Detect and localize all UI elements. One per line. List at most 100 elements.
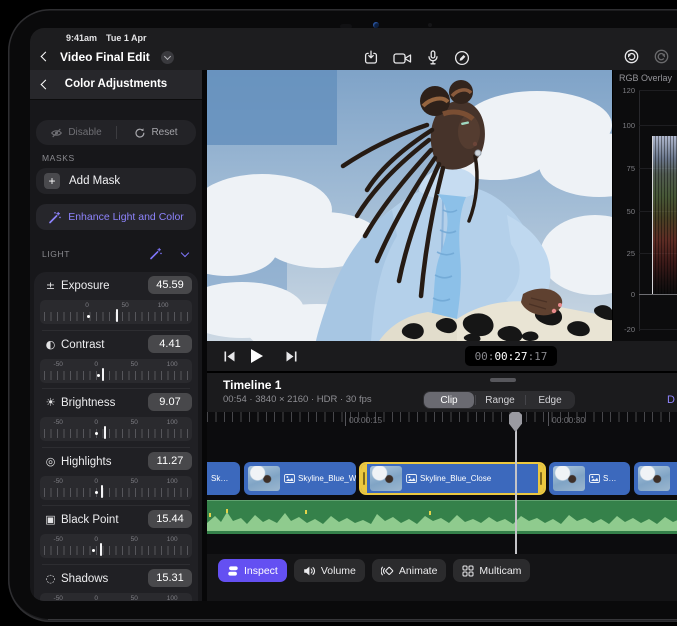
scope-tick-label: 75 — [615, 164, 635, 173]
panel-title: Color Adjustments — [30, 78, 202, 90]
video-preview[interactable] — [207, 70, 612, 341]
play-button[interactable] — [251, 349, 263, 363]
clip-partial-left[interactable]: Sk… — [207, 462, 240, 495]
skip-back-icon — [223, 350, 236, 363]
enhance-button[interactable]: Enhance Light and Color — [36, 204, 196, 230]
clip-skyline-blue-wide[interactable]: Skyline_Blue_Wide — [244, 462, 356, 495]
done-button-partial[interactable]: D — [667, 394, 677, 406]
screen: 9:41am Tue 1 Apr Video Final Edit — [30, 28, 677, 601]
timeline-meta: 00:54 · 3840 × 2160 · HDR · 30 fps — [223, 394, 372, 405]
import-button[interactable] — [363, 50, 379, 66]
playback-bar: 00:00:27:17 — [207, 341, 677, 371]
slider-value[interactable]: 9.07 — [148, 393, 192, 411]
color-adjustments-panel: Color Adjustments Disable Reset MASKS + … — [30, 70, 202, 601]
import-icon — [363, 50, 379, 66]
back-button[interactable] — [42, 53, 49, 60]
add-mask-button[interactable]: + Add Mask — [36, 168, 196, 194]
mode-clip-button[interactable]: Clip — [424, 392, 474, 408]
slider-ruler[interactable]: -50 0 50 100 — [40, 593, 192, 602]
voiceover-button[interactable] — [426, 50, 440, 66]
scale-tick: 50 — [131, 478, 138, 485]
slider-ruler[interactable]: -50 0 50 100 — [40, 476, 192, 500]
slider-label: Exposure — [61, 280, 110, 292]
value-indicator[interactable] — [104, 426, 106, 439]
resize-drag-handle[interactable] — [490, 378, 516, 382]
slider-value[interactable]: 15.31 — [148, 569, 192, 587]
clip-name: Skyline_Blue_Close — [420, 474, 491, 483]
timecode-display[interactable]: 00:00:27:17 — [465, 346, 557, 366]
clip-partial-right[interactable] — [634, 462, 677, 495]
timecode-current: 00:27 — [494, 350, 527, 363]
annotate-button[interactable] — [454, 50, 470, 66]
animate-button[interactable]: Animate — [372, 559, 447, 582]
shadows-icon: ◌ — [43, 572, 58, 586]
masks-heading: MASKS — [42, 153, 75, 163]
scale-tick: 0 — [85, 302, 89, 309]
trim-handle-left[interactable] — [361, 464, 367, 493]
contrast-icon: ◐ — [43, 338, 58, 352]
slider-value[interactable]: 15.44 — [148, 510, 192, 528]
timeline-ruler[interactable] — [207, 412, 677, 422]
scale-tick: 0 — [94, 361, 98, 368]
slider-row-brightness: ☀ Brightness 9.07 -50 0 50 100 — [34, 389, 198, 448]
project-title: Video Final Edit — [60, 50, 150, 64]
value-indicator[interactable] — [102, 368, 104, 381]
tick-marks — [44, 546, 188, 555]
slider-ruler[interactable]: -50 0 50 100 — [40, 359, 192, 383]
ruler-tick — [345, 412, 346, 426]
slider-label: Contrast — [61, 339, 104, 351]
origin-dot — [97, 374, 100, 377]
slider-ruler[interactable]: 0 50 100 — [40, 300, 192, 324]
button-label: Multicam — [479, 565, 521, 577]
title-dropdown-button[interactable] — [161, 51, 174, 64]
ruler-label: 00:00:15 — [349, 415, 382, 425]
scope-title: RGB Overlay — [619, 73, 672, 83]
disable-button[interactable]: Disable — [36, 120, 116, 145]
value-indicator[interactable] — [116, 309, 118, 322]
value-indicator[interactable] — [100, 543, 102, 556]
top-chrome: 9:41am Tue 1 Apr Video Final Edit — [30, 28, 677, 70]
audio-track[interactable] — [207, 500, 677, 534]
mode-edge-button[interactable]: Edge — [525, 391, 575, 409]
slider-value[interactable]: 45.59 — [148, 276, 192, 294]
undo-button[interactable] — [624, 49, 639, 64]
scope-tick-label: 50 — [615, 207, 635, 216]
scale-tick: 100 — [167, 536, 178, 543]
reset-button[interactable]: Reset — [116, 120, 196, 145]
redo-button[interactable] — [654, 49, 669, 64]
reset-label: Reset — [151, 127, 177, 138]
light-sliders-group: ± Exposure 45.59 0 50 100 ◐ Contr — [34, 272, 198, 601]
clip-truncated[interactable]: S… — [549, 462, 630, 495]
mode-range-button[interactable]: Range — [475, 391, 525, 409]
slider-label: Shadows — [61, 573, 108, 585]
edit-mode-segmented-control: Clip Range Edge — [423, 391, 575, 409]
button-label: Animate — [399, 565, 438, 577]
slider-row-shadows: ◌ Shadows 15.31 -50 0 50 100 — [34, 565, 198, 602]
microphone-icon — [426, 50, 440, 66]
slider-value[interactable]: 4.41 — [148, 335, 192, 353]
multicam-button[interactable]: Multicam — [453, 559, 530, 582]
slider-value[interactable]: 11.27 — [148, 452, 192, 470]
trim-handle-right[interactable] — [538, 464, 544, 493]
inspect-button[interactable]: Inspect — [218, 559, 287, 582]
value-indicator[interactable] — [101, 485, 103, 498]
collapse-chevron-icon[interactable] — [181, 249, 189, 257]
brightness-icon: ☀ — [43, 396, 58, 410]
clip-skyline-blue-close-selected[interactable]: Skyline_Blue_Close — [359, 462, 546, 495]
scale-tick: 50 — [131, 536, 138, 543]
clip-thumbnail — [638, 466, 670, 491]
light-wand-button[interactable] — [149, 247, 162, 265]
volume-button[interactable]: Volume — [294, 559, 365, 582]
skip-back-button[interactable] — [223, 350, 236, 368]
slider-ruler[interactable]: -50 0 50 100 — [40, 417, 192, 441]
status-bar: 9:41am Tue 1 Apr — [66, 32, 147, 44]
skip-forward-button[interactable] — [285, 350, 298, 368]
record-button[interactable] — [393, 51, 412, 66]
slider-ruler[interactable]: -50 0 50 100 — [40, 534, 192, 558]
playhead-line[interactable] — [515, 430, 517, 555]
audio-waveform — [207, 501, 677, 534]
button-label: Volume — [321, 565, 356, 577]
back-chevron-icon — [41, 52, 51, 62]
video-frame-art — [207, 70, 612, 341]
playhead-handle[interactable] — [509, 412, 522, 432]
